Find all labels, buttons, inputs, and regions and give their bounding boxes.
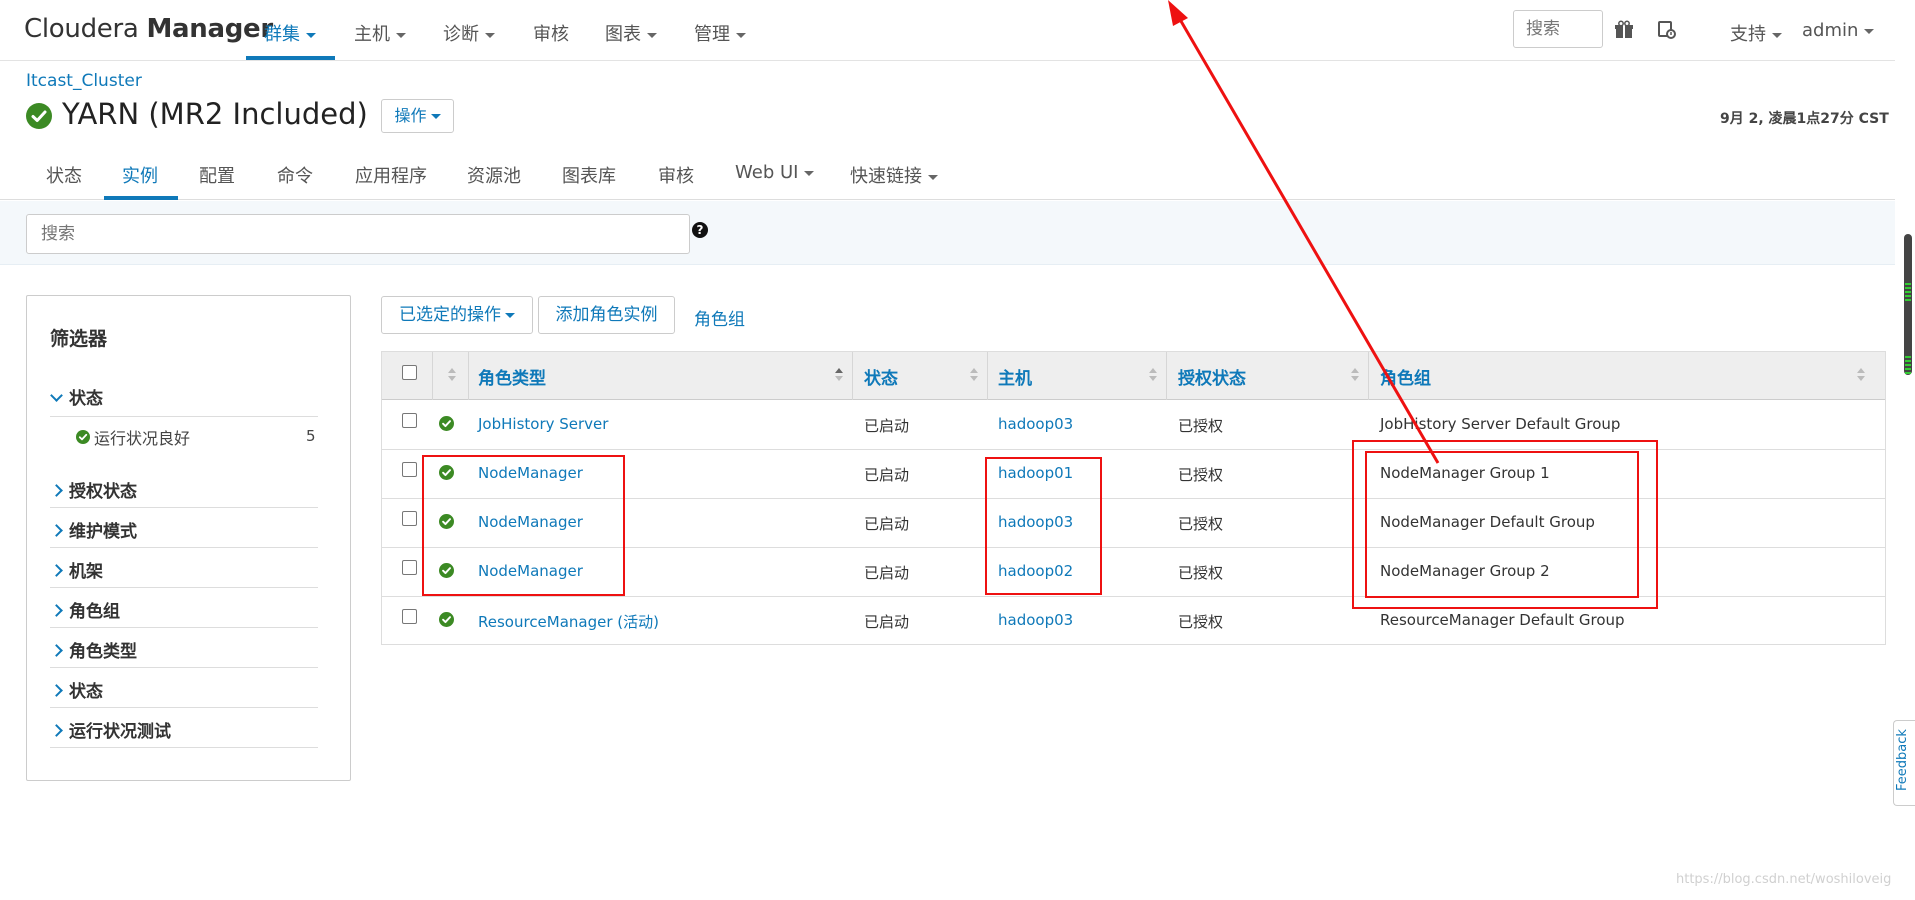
feedback-tab[interactable]: Feedback [1893,720,1915,806]
annotation-arrow-icon [1168,0,1440,464]
scrollbar-grip [1905,356,1911,374]
scrollbar-thumb[interactable] [1904,234,1912,375]
watermark: https://blog.csdn.net/woshiloveig [1676,872,1892,887]
scrollbar-grip [1905,283,1911,301]
